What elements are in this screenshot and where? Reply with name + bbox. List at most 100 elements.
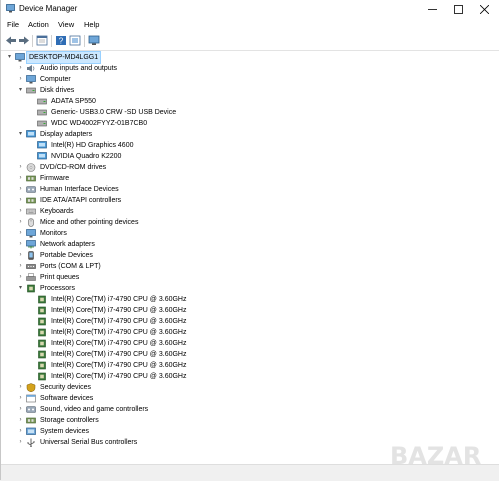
tree-category[interactable]: › Security devices xyxy=(2,382,262,393)
tree-category[interactable]: ▾ Disk drives xyxy=(2,85,262,96)
tree-category[interactable]: › Sound, video and game controllers xyxy=(2,404,262,415)
collapse-arrow-icon[interactable]: ▾ xyxy=(17,131,24,138)
tree-device[interactable]: Intel(R) Core(TM) i7-4790 CPU @ 3.60GHz xyxy=(2,316,262,327)
expand-arrow-icon[interactable]: › xyxy=(17,175,24,182)
tree-device[interactable]: Intel(R) Core(TM) i7-4790 CPU @ 3.60GHz xyxy=(2,305,262,316)
tree-category-label: Monitors xyxy=(40,230,67,237)
disk-drive-icon xyxy=(37,109,47,116)
tree-category[interactable]: › Portable Devices xyxy=(2,250,262,261)
tree-device[interactable]: WDC WD4002FYYZ-01B7CB0 xyxy=(2,118,262,129)
close-icon xyxy=(479,4,489,15)
tree-category[interactable]: › Audio inputs and outputs xyxy=(2,63,262,74)
tree-device[interactable]: Intel(R) Core(TM) i7-4790 CPU @ 3.60GHz xyxy=(2,360,262,371)
tree-device-label: Intel(R) Core(TM) i7-4790 CPU @ 3.60GHz xyxy=(51,318,187,325)
properties-icon[interactable] xyxy=(36,35,48,46)
tree-category[interactable]: ▾ Display adapters xyxy=(2,129,262,140)
expand-arrow-icon[interactable]: › xyxy=(17,439,24,446)
expand-arrow-icon[interactable]: › xyxy=(17,76,24,83)
expand-arrow-icon[interactable]: › xyxy=(17,417,24,424)
tree-category[interactable]: › Software devices xyxy=(2,393,262,404)
tree-device[interactable]: Intel(R) Core(TM) i7-4790 CPU @ 3.60GHz xyxy=(2,371,262,382)
expand-arrow-icon[interactable]: › xyxy=(17,197,24,204)
expand-arrow-icon[interactable]: › xyxy=(17,241,24,248)
tree-category[interactable]: › Human Interface Devices xyxy=(2,184,262,195)
title-bar[interactable]: Device Manager xyxy=(0,0,499,18)
tree-category[interactable]: › DVD/CD-ROM drives xyxy=(2,162,262,173)
tree-device[interactable]: NVIDIA Quadro K2200 xyxy=(2,151,262,162)
processor-icon xyxy=(38,295,46,304)
tree-device[interactable]: Intel(R) Core(TM) i7-4790 CPU @ 3.60GHz xyxy=(2,338,262,349)
close-button[interactable] xyxy=(470,0,498,18)
tree-category[interactable]: ▾ Processors xyxy=(2,283,262,294)
disk-drive-icon xyxy=(26,87,36,94)
collapse-arrow-icon[interactable]: ▾ xyxy=(6,54,13,61)
expand-arrow-icon[interactable]: › xyxy=(17,428,24,435)
expand-arrow-icon[interactable]: › xyxy=(17,186,24,193)
expand-arrow-icon[interactable]: › xyxy=(17,384,24,391)
collapse-arrow-icon[interactable]: ▾ xyxy=(17,87,24,94)
tree-category[interactable]: › System devices xyxy=(2,426,262,437)
collapse-arrow-icon[interactable]: ▾ xyxy=(17,285,24,292)
tree-category-label: Computer xyxy=(40,76,71,83)
network-adapter-icon xyxy=(26,240,36,249)
tree-device[interactable]: ADATA SP550 xyxy=(2,96,262,107)
expand-arrow-icon[interactable]: › xyxy=(17,164,24,171)
toolbar: ? xyxy=(0,32,499,51)
expand-arrow-icon[interactable]: › xyxy=(17,263,24,270)
scan-hardware-icon[interactable] xyxy=(88,35,100,46)
expand-arrow-icon[interactable]: › xyxy=(17,65,24,72)
display-adapter-icon xyxy=(26,130,36,138)
menu-help[interactable]: Help xyxy=(84,20,99,30)
tree-device[interactable]: Intel(R) Core(TM) i7-4790 CPU @ 3.60GHz xyxy=(2,294,262,305)
expand-arrow-icon[interactable]: › xyxy=(17,274,24,281)
tree-category[interactable]: › Keyboards xyxy=(2,206,262,217)
tree-category-label: Firmware xyxy=(40,175,70,182)
tree-device[interactable]: Intel(R) Core(TM) i7-4790 CPU @ 3.60GHz xyxy=(2,327,262,338)
expand-arrow-icon[interactable]: › xyxy=(17,252,24,259)
tree-category[interactable]: › Print queues xyxy=(2,272,262,283)
tree-category-label: Security devices xyxy=(40,384,91,391)
tree-device-label: Generic- USB3.0 CRW -SD USB Device xyxy=(51,109,177,116)
tree-category[interactable]: › Computer xyxy=(2,74,262,85)
menu-view[interactable]: View xyxy=(58,20,74,30)
tree-category[interactable]: › Storage controllers xyxy=(2,415,262,426)
tree-category[interactable]: › Firmware xyxy=(2,173,262,184)
computer-icon xyxy=(26,75,36,84)
maximize-button[interactable] xyxy=(444,0,472,18)
tree-category[interactable]: › Ports (COM & LPT) xyxy=(2,261,262,272)
tree-device-label: Intel(R) Core(TM) i7-4790 CPU @ 3.60GHz xyxy=(51,329,187,336)
expand-arrow-icon[interactable]: › xyxy=(17,395,24,402)
minimize-button[interactable] xyxy=(418,0,446,18)
menu-action[interactable]: Action xyxy=(28,20,49,30)
tree-device[interactable]: Intel(R) Core(TM) i7-4790 CPU @ 3.60GHz xyxy=(2,349,262,360)
expand-arrow-icon[interactable]: › xyxy=(17,406,24,413)
tree-root[interactable]: ▾ DESKTOP-MD4LGG1 xyxy=(2,51,202,64)
expand-arrow-icon[interactable]: › xyxy=(17,208,24,215)
menu-file[interactable]: File xyxy=(7,20,19,30)
expand-arrow-icon[interactable]: › xyxy=(17,219,24,226)
expand-arrow-icon[interactable]: › xyxy=(17,230,24,237)
svg-text:?: ? xyxy=(59,37,64,46)
minimize-icon xyxy=(427,9,437,11)
processor-icon xyxy=(27,284,35,293)
tree-device[interactable]: Intel(R) HD Graphics 4600 xyxy=(2,140,262,151)
help-icon[interactable]: ? xyxy=(55,35,67,46)
processor-icon xyxy=(38,372,46,381)
sound-controller-icon xyxy=(26,406,36,413)
tree-category-label: Keyboards xyxy=(40,208,74,215)
tree-category[interactable]: › Monitors xyxy=(2,228,262,239)
tree-category[interactable]: › Network adapters xyxy=(2,239,262,250)
forward-arrow-icon[interactable] xyxy=(18,35,30,46)
tree-category[interactable]: › Universal Serial Bus controllers xyxy=(2,437,262,448)
window-title: Device Manager xyxy=(19,4,78,13)
update-driver-icon[interactable] xyxy=(69,35,81,46)
tree-device[interactable]: Generic- USB3.0 CRW -SD USB Device xyxy=(2,107,262,118)
mouse-icon xyxy=(28,218,34,227)
tree-category-label: Storage controllers xyxy=(40,417,99,424)
tree-category-label: Sound, video and game controllers xyxy=(40,406,149,413)
tree-category[interactable]: › IDE ATA/ATAPI controllers xyxy=(2,195,262,206)
printer-icon xyxy=(26,273,36,281)
device-manager-window: Device Manager File Action View Help ? ▾… xyxy=(0,0,499,481)
tree-category[interactable]: › Mice and other pointing devices xyxy=(2,217,262,228)
back-arrow-icon[interactable] xyxy=(5,35,17,46)
